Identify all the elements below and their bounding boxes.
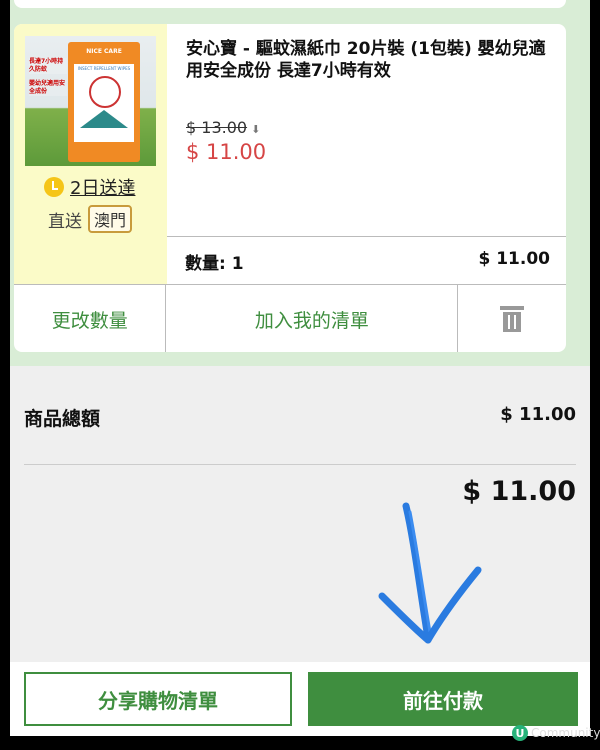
pack-tag-2: 嬰幼兒適用安全成份 (29, 80, 67, 96)
pack-tag-1: 長達7小時持久防蚊 (29, 58, 67, 74)
product-title[interactable]: 安心寶 - 驅蚊濕紙巾 20片裝 (1包裝) 嬰幼兒適用安全成份 長達7小時有效 (186, 38, 558, 82)
checkout-button[interactable]: 前往付款 (308, 672, 578, 726)
previous-card-edge (14, 0, 566, 8)
subtotal-value: $ 11.00 (500, 404, 576, 425)
no-mosquito-icon (89, 76, 121, 108)
delivery-time[interactable]: 2日送達 (70, 174, 135, 200)
order-summary: 商品總額 $ 11.00 $ 11.00 (10, 366, 590, 666)
shipping-info: 直送 澳門 (48, 205, 133, 233)
ship-label: 直送 (48, 211, 82, 232)
clock-icon (44, 177, 64, 197)
item-actions: 更改數量 加入我的清單 (14, 284, 566, 352)
pack-brand: NICE CARE (86, 48, 122, 55)
checkout-footer: 分享購物清單 前往付款 (10, 662, 590, 736)
thumbnail-column: 長達7小時持久防蚊 嬰幼兒適用安全成份 NICE CARE INSECT REP… (14, 24, 167, 284)
change-quantity-button[interactable]: 更改數量 (14, 285, 167, 352)
watermark-text: Community (531, 726, 600, 740)
cart-item-card: 長達7小時持久防蚊 嬰幼兒適用安全成份 NICE CARE INSECT REP… (14, 24, 566, 352)
divider (24, 464, 576, 465)
community-logo-icon: U (512, 725, 528, 741)
arrow-down-icon: ⬇ (251, 123, 261, 136)
product-image[interactable]: 長達7小時持久防蚊 嬰幼兒適用安全成份 NICE CARE INSECT REP… (25, 36, 156, 166)
share-cart-button[interactable]: 分享購物清單 (24, 672, 292, 726)
add-to-list-button[interactable]: 加入我的清單 (166, 285, 459, 352)
pack-subtitle: INSECT REPELLENT WIPES (77, 66, 131, 71)
quantity-label: 數量: 1 (185, 254, 244, 274)
region-badge: 澳門 (88, 205, 133, 233)
line-total: $ 11.00 (478, 249, 550, 269)
watermark: U Community (512, 725, 600, 741)
product-pack: NICE CARE INSECT REPELLENT WIPES (68, 42, 140, 162)
annotation-arrow-icon (378, 502, 482, 644)
sale-price: $ 11.00 (186, 140, 267, 164)
delete-button[interactable] (458, 285, 566, 352)
trash-icon (500, 306, 525, 332)
subtotal-label: 商品總額 (24, 408, 101, 430)
delivery-info[interactable]: 2日送達 (44, 174, 135, 200)
original-price: $ 13.00 ⬇ (186, 118, 261, 137)
quantity-row: 數量: 1 $ 11.00 (167, 236, 566, 285)
mountain-icon (80, 110, 128, 128)
